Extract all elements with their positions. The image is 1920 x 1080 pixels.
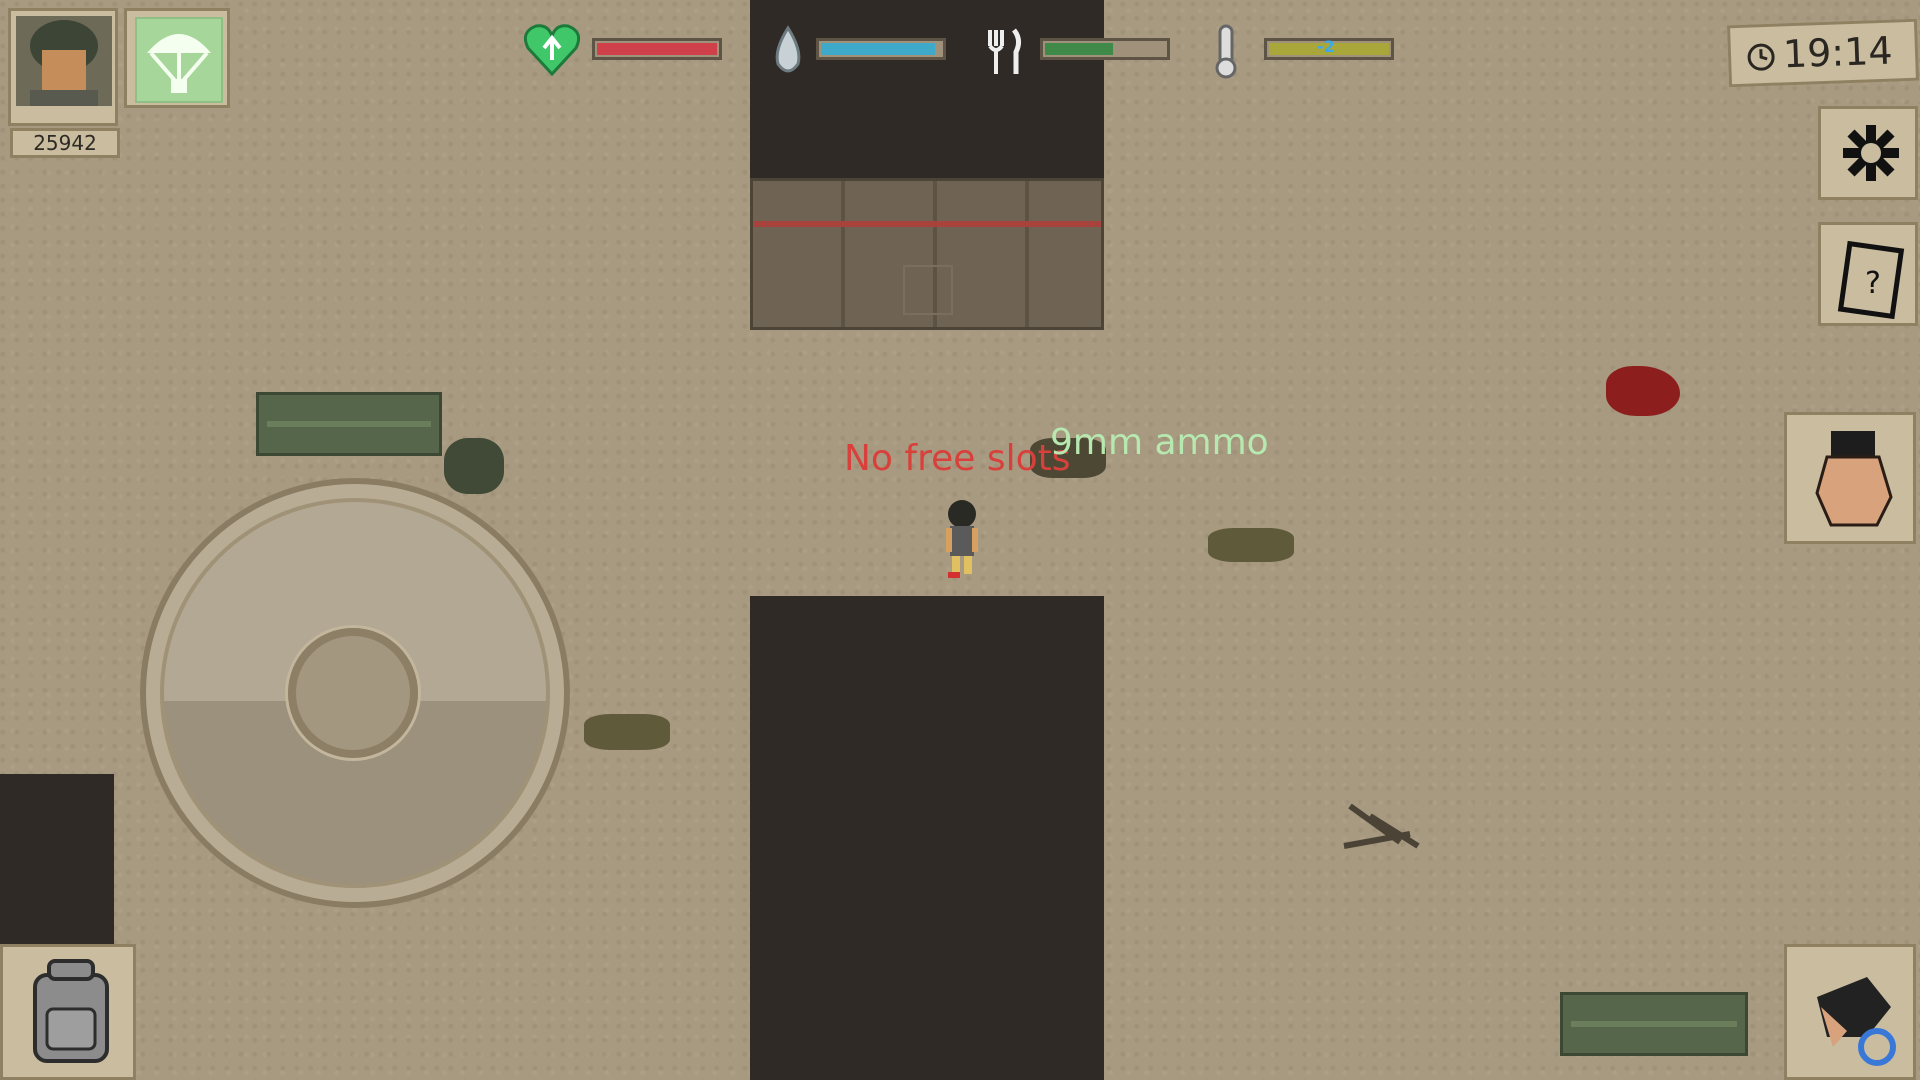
ammo-crate[interactable]	[256, 392, 442, 456]
player-portrait[interactable]	[8, 8, 118, 126]
temperature-marker: -2	[1317, 37, 1335, 56]
pickup-message: 9mm ammo	[1050, 422, 1269, 463]
grab-hand-icon	[1807, 427, 1899, 535]
water-drop-icon	[758, 20, 818, 80]
food-bar	[1040, 38, 1170, 60]
fork-knife-icon	[972, 20, 1032, 80]
score-counter: 25942	[10, 128, 120, 158]
wall-sign	[903, 265, 953, 315]
health-bar	[592, 38, 722, 60]
notepad-question-icon: ?	[1837, 235, 1905, 323]
backpack-icon	[21, 957, 121, 1073]
airdrop-button[interactable]	[124, 8, 230, 108]
branches	[1340, 796, 1420, 850]
gear-icon	[1839, 121, 1903, 189]
svg-text:?: ?	[1865, 266, 1881, 301]
clock-icon	[1745, 41, 1778, 78]
food-bar-fill	[1045, 43, 1113, 55]
joystick-knob[interactable]	[288, 628, 418, 758]
building-roof-bottom	[750, 596, 1104, 1080]
error-message: No free slots	[844, 438, 1071, 479]
thermometer-icon	[1196, 20, 1256, 80]
water-bar	[816, 38, 946, 60]
inventory-button[interactable]	[0, 944, 136, 1080]
avatar	[16, 16, 112, 106]
heart-icon	[522, 20, 582, 80]
building-wall	[750, 178, 1104, 330]
interact-button[interactable]	[1784, 412, 1916, 544]
swap-hand-icon	[1807, 967, 1899, 1075]
ammo-crate[interactable]	[1560, 992, 1748, 1056]
quests-button[interactable]: ?	[1818, 222, 1918, 326]
clock-time: 19:14	[1782, 28, 1894, 77]
player-character	[936, 498, 988, 580]
temperature-bar: -2	[1264, 37, 1394, 60]
clock-panel: 19:14	[1726, 18, 1920, 88]
zombie-corpse[interactable]	[584, 714, 670, 750]
swap-button[interactable]	[1784, 944, 1916, 1080]
blood-splatter	[1606, 366, 1680, 416]
parachute-icon	[135, 17, 223, 103]
wall-red-stripe	[753, 221, 1101, 227]
settings-button[interactable]	[1818, 106, 1918, 200]
zombie[interactable]	[444, 438, 504, 494]
zombie-corpse[interactable]	[1208, 528, 1294, 562]
water-bar-fill	[821, 43, 935, 55]
health-bar-fill	[597, 43, 717, 55]
